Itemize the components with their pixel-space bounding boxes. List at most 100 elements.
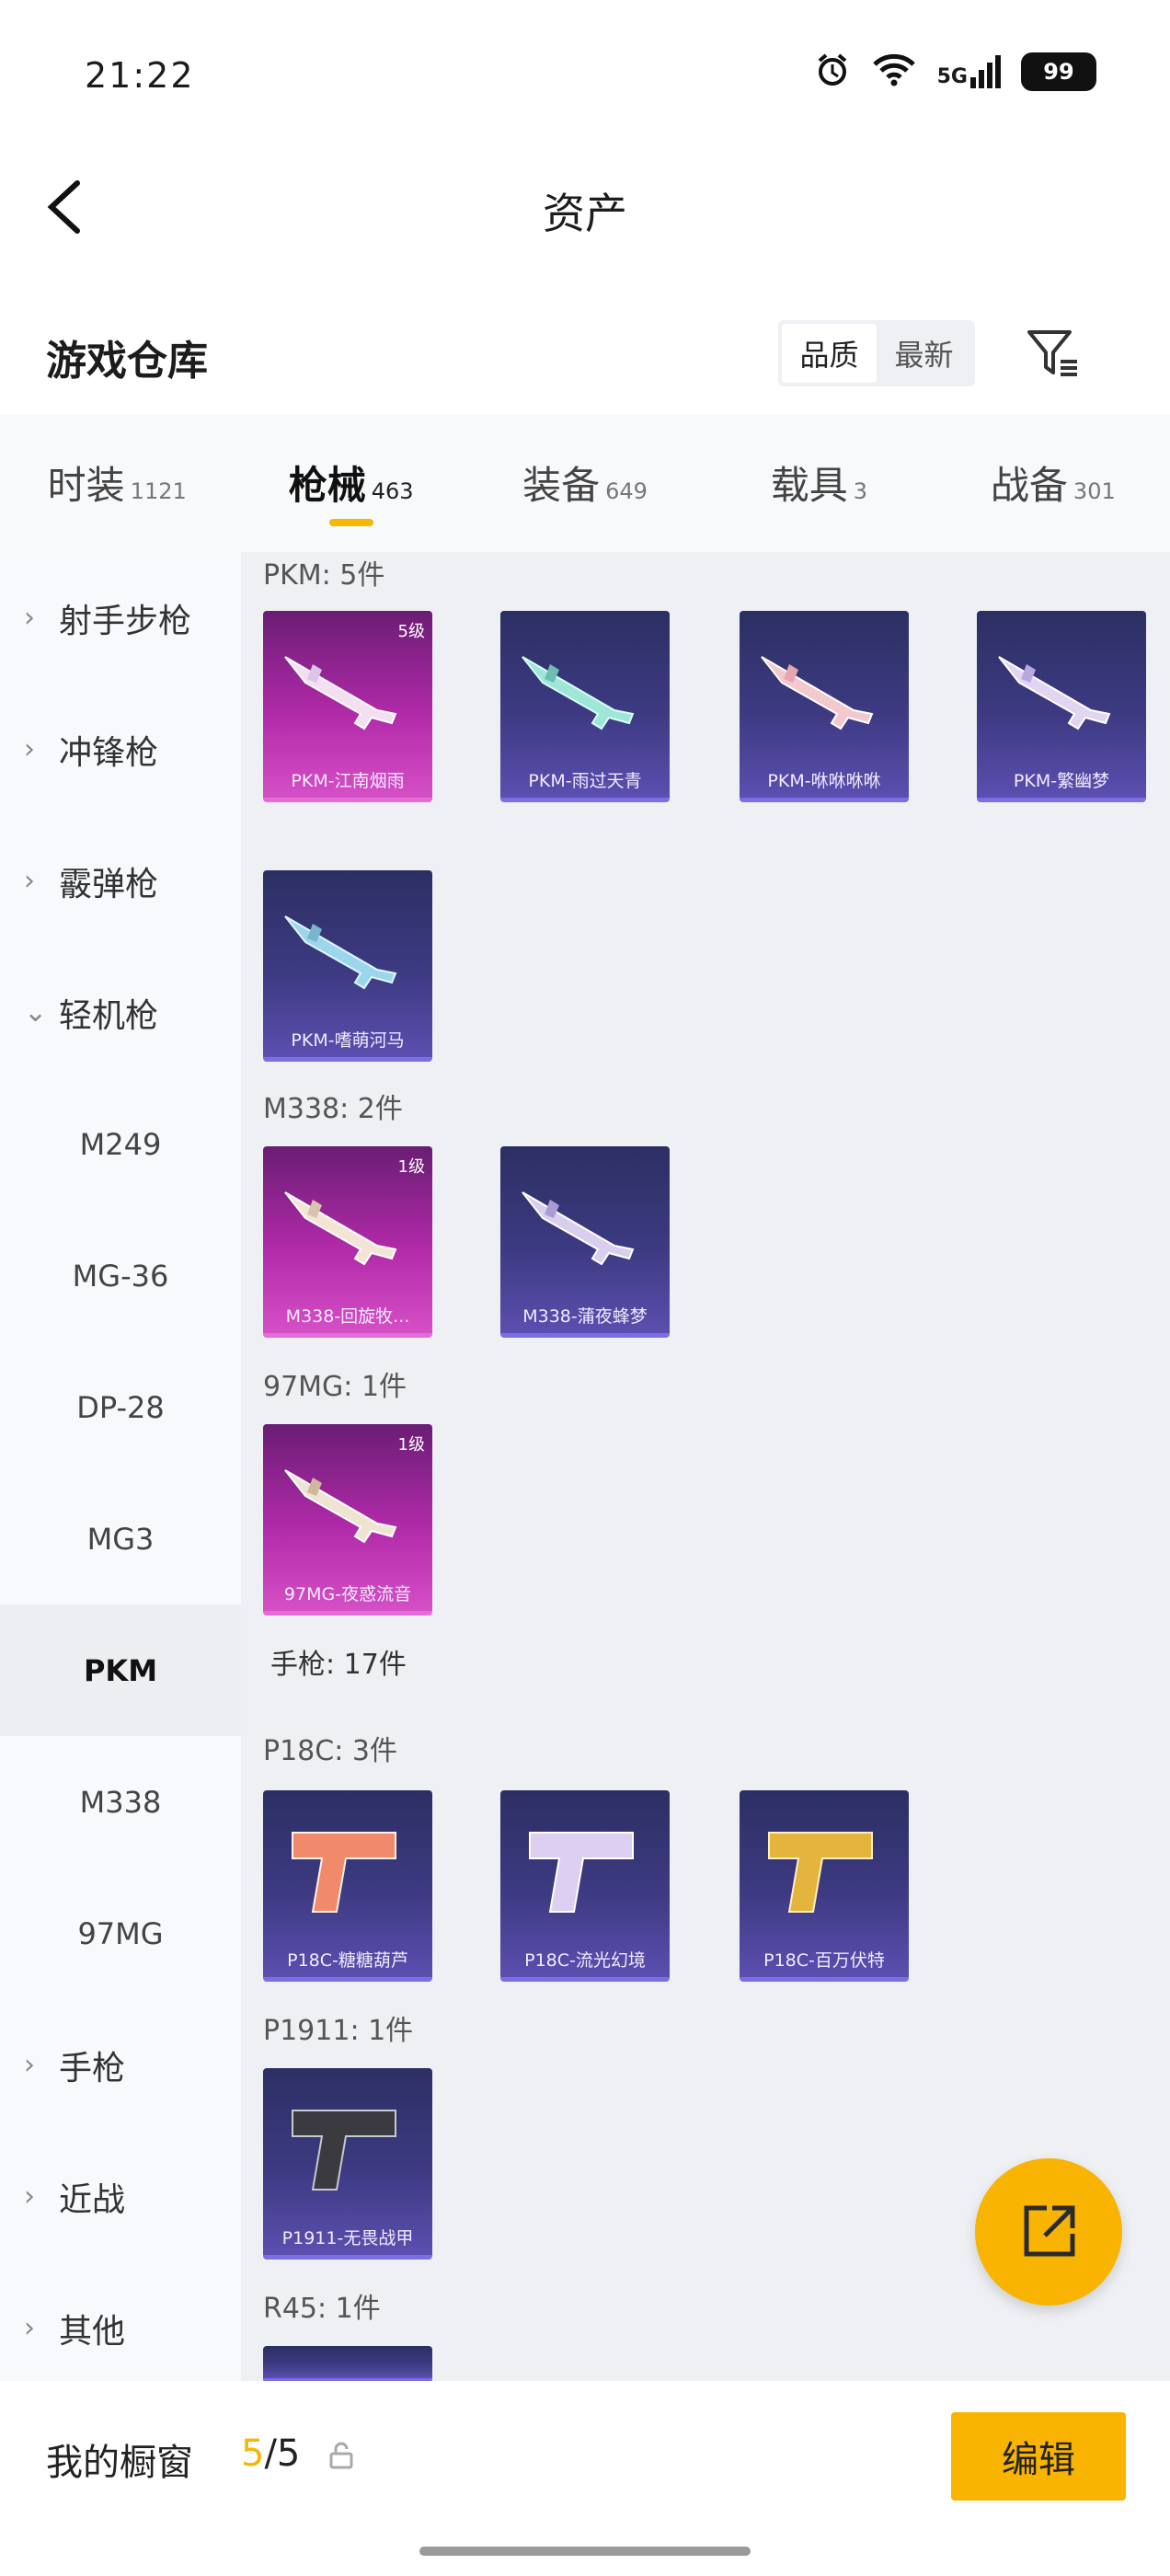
weapon-skin-list: PKM: 5件 5级 PKM-江南烟雨 PKM-雨过天青 PKM-咻咻咻咻 PKM…	[241, 552, 1170, 2381]
machine-gun-icon	[522, 656, 635, 730]
sidebar-item-label: 射手步枪	[59, 602, 192, 640]
sort-toggle: 品质 最新	[778, 320, 975, 386]
cellular-signal-icon: 5G	[937, 55, 1001, 88]
tab-label: 时装	[47, 463, 125, 508]
skin-name: PKM-江南烟雨	[291, 771, 405, 791]
tab-vehicles[interactable]: 载具 3	[702, 414, 935, 552]
machine-gun-icon	[284, 1469, 397, 1544]
tab-label: 战备	[990, 463, 1068, 508]
skin-name: M338-蒲夜蜂梦	[522, 1306, 648, 1327]
tab-fashion[interactable]: 时装 1121	[0, 414, 234, 552]
lock-icon	[329, 2442, 353, 2473]
sidebar-item-smg[interactable]: › 冲锋枪	[0, 684, 241, 815]
tab-label: 枪械	[288, 463, 366, 508]
sidebar-item-label: 近战	[59, 2180, 126, 2219]
tab-count: 649	[605, 478, 648, 504]
sidebar-item-label: 手枪	[59, 2049, 126, 2087]
skin-name: PKM-繁幽梦	[1013, 771, 1110, 791]
skin-card[interactable]: PKM-繁幽梦	[977, 611, 1146, 802]
sidebar-item-97mg[interactable]: 97MG	[0, 1868, 241, 1999]
tab-label: 装备	[522, 463, 601, 508]
skin-card[interactable]: PKM-咻咻咻咻	[740, 611, 909, 802]
group-label-m338: M338: 2件	[263, 1093, 403, 1125]
showcase-label: 我的橱窗	[46, 2442, 193, 2484]
showcase-count: 5/5	[241, 2432, 300, 2475]
network-type: 5G	[936, 65, 968, 88]
chevron-right-icon: ›	[24, 2049, 35, 2081]
skin-card[interactable]: 1级 M338-回旋牧...	[263, 1146, 432, 1338]
sidebar-item-melee[interactable]: › 近战	[0, 2131, 241, 2262]
status-bar: 21:22 5G 99	[0, 0, 1170, 147]
page-title: 资产	[543, 189, 627, 238]
sidebar-item-lmg[interactable]: ⌄ 轻机枪	[0, 947, 241, 1078]
tab-count: 1121	[130, 478, 187, 504]
chevron-right-icon: ›	[24, 733, 35, 765]
sidebar-item-pistol[interactable]: › 手枪	[0, 1999, 241, 2131]
sidebar-item-pkm[interactable]: PKM	[0, 1604, 241, 1736]
alarm-icon	[814, 52, 851, 92]
sidebar-item-label: 轻机枪	[59, 996, 159, 1035]
status-time: 21:22	[85, 55, 195, 96]
skin-card[interactable]: 1级 97MG-夜惑流音	[263, 1424, 432, 1616]
pistol-icon	[292, 1832, 396, 1913]
sidebar-item-shotgun[interactable]: › 霰弹枪	[0, 815, 241, 947]
sidebar-item-m338[interactable]: M338	[0, 1736, 241, 1868]
skin-name: M338-回旋牧...	[285, 1306, 410, 1327]
skin-card[interactable]: P18C-流光幻境	[500, 1790, 670, 1982]
warehouse-title: 游戏仓库	[46, 338, 208, 385]
status-icons: 5G 99	[814, 52, 1096, 92]
chevron-down-icon: ⌄	[24, 996, 48, 1029]
filter-button[interactable]	[1021, 320, 1085, 386]
showcase-total: /5	[264, 2432, 301, 2475]
skin-card[interactable]: PKM-嗜萌河马	[263, 870, 432, 1062]
machine-gun-icon	[761, 656, 874, 730]
tab-count: 463	[371, 478, 414, 504]
skin-card[interactable]	[263, 2346, 432, 2381]
skin-level: 1级	[397, 1435, 425, 1455]
chevron-right-icon: ›	[24, 2180, 35, 2213]
skin-name: P18C-糖糖葫芦	[287, 1950, 408, 1971]
group-label-p18c: P18C: 3件	[263, 1735, 397, 1767]
tab-label: 载具	[770, 463, 848, 508]
group-label-r45: R45: 1件	[263, 2293, 381, 2325]
weapon-category-sidebar: › 射手步枪 › 冲锋枪 › 霰弹枪 ⌄ 轻机枪 M249 MG-36 DP-28 MG…	[0, 552, 241, 2392]
machine-gun-icon	[522, 1191, 635, 1266]
group-label-97mg: 97MG: 1件	[263, 1371, 407, 1403]
skin-card[interactable]: P18C-百万伏特	[740, 1790, 909, 1982]
skin-name: P1911-无畏战甲	[281, 2228, 414, 2248]
tab-firearms[interactable]: 枪械 463	[234, 414, 467, 552]
sort-by-quality[interactable]: 品质	[782, 324, 877, 383]
skin-card[interactable]: M338-蒲夜蜂梦	[500, 1146, 670, 1338]
wifi-icon	[871, 52, 917, 92]
sidebar-item-dp28[interactable]: DP-28	[0, 1341, 241, 1473]
sidebar-item-label: 冲锋枪	[59, 733, 159, 772]
battery-level: 99	[1043, 59, 1074, 85]
edit-button[interactable]: 编辑	[951, 2412, 1126, 2501]
tab-equipment[interactable]: 装备 649	[468, 414, 702, 552]
sort-by-newest[interactable]: 最新	[877, 324, 971, 383]
sidebar-item-mg36[interactable]: MG-36	[0, 1210, 241, 1341]
chevron-right-icon: ›	[24, 602, 35, 634]
machine-gun-icon	[284, 915, 397, 990]
sidebar-item-marksman-rifle[interactable]: › 射手步枪	[0, 552, 241, 684]
skin-name: P18C-百万伏特	[763, 1950, 885, 1971]
tab-count: 301	[1072, 478, 1116, 504]
group-label-pkm: PKM: 5件	[263, 559, 385, 592]
sidebar-item-mg3[interactable]: MG3	[0, 1473, 241, 1604]
sidebar-item-m249[interactable]: M249	[0, 1078, 241, 1210]
skin-card[interactable]: P18C-糖糖葫芦	[263, 1790, 432, 1982]
filter-icon	[1027, 330, 1077, 376]
skin-card[interactable]: P1911-无畏战甲	[263, 2068, 432, 2260]
machine-gun-icon	[284, 656, 397, 730]
share-button[interactable]	[975, 2158, 1122, 2306]
tab-count: 3	[853, 478, 868, 504]
sidebar-item-other[interactable]: › 其他	[0, 2262, 241, 2394]
skin-card[interactable]: 5级 PKM-江南烟雨	[263, 611, 432, 802]
warehouse-row: 游戏仓库 品质 最新	[0, 304, 1170, 405]
tab-supplies[interactable]: 战备 301	[936, 414, 1170, 552]
home-indicator[interactable]	[419, 2547, 751, 2556]
header: 资产	[0, 147, 1170, 267]
skin-card[interactable]: PKM-雨过天青	[500, 611, 670, 802]
active-tab-indicator	[328, 519, 373, 526]
skin-name: PKM-嗜萌河马	[291, 1030, 405, 1051]
